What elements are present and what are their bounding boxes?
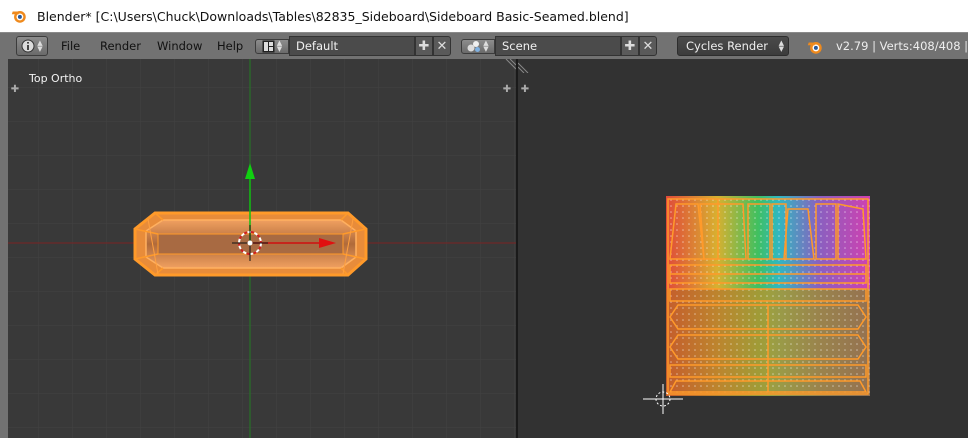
screen-layout-field[interactable]: Default <box>289 36 415 56</box>
menu-render[interactable]: Render <box>100 39 141 53</box>
remove-scene-button[interactable]: ✕ <box>639 36 657 56</box>
screen-layout-icon <box>262 40 275 52</box>
plus-icon: ✚ <box>418 38 430 54</box>
3d-viewport[interactable]: Top Ortho ✚ ✚ <box>8 59 516 438</box>
render-engine-select[interactable]: Cycles Render ▲ ▼ <box>677 36 789 56</box>
viewport-view-label: Top Ortho <box>29 72 83 85</box>
add-layout-button[interactable]: ✚ <box>415 36 433 56</box>
scene-button[interactable]: ▲ ▼ <box>461 38 495 54</box>
remove-layout-button[interactable]: ✕ <box>433 36 451 56</box>
blender-logo-icon <box>11 11 26 23</box>
updown-arrows-icon: ▲ ▼ <box>483 39 489 53</box>
window-titlebar: Blender* [C:\Users\Chuck\Downloads\Table… <box>0 0 968 32</box>
viewport-grid <box>8 59 516 438</box>
editor-type-button[interactable]: ▲ ▼ <box>16 36 48 56</box>
updown-arrows-icon: ▲ ▼ <box>37 39 43 53</box>
menu-window[interactable]: Window <box>157 39 202 53</box>
x-icon: ✕ <box>436 38 448 54</box>
uv-image-editor[interactable]: ✚ <box>518 59 968 438</box>
add-scene-button[interactable]: ✚ <box>621 36 639 56</box>
menu-help[interactable]: Help <box>217 39 243 53</box>
screen-layout-selector: ▲ ▼ Default ✚ ✕ <box>255 36 451 56</box>
window-title: Blender* [C:\Users\Chuck\Downloads\Table… <box>37 8 629 24</box>
expand-toolshelf-icon[interactable]: ✚ <box>10 85 20 95</box>
menu-file[interactable]: File <box>61 39 80 53</box>
x-icon: ✕ <box>642 38 654 54</box>
updown-arrows-icon: ▲ ▼ <box>778 39 784 53</box>
updown-arrows-icon: ▲ ▼ <box>276 39 283 53</box>
scene-statistics: v2.79 | Verts:408/408 | Ed <box>836 39 968 53</box>
expand-properties-icon[interactable]: ✚ <box>502 85 512 95</box>
scene-icon <box>467 40 481 52</box>
info-header: ▲ ▼ File Render Window Help ▲ ▼ Default ✚ … <box>0 32 968 59</box>
screen-layout-button[interactable]: ▲ ▼ <box>255 38 289 54</box>
blender-logo-icon <box>807 42 822 54</box>
scene-field[interactable]: Scene <box>495 36 621 56</box>
plus-icon: ✚ <box>624 38 636 54</box>
scene-selector: ▲ ▼ Scene ✚ ✕ <box>461 36 657 56</box>
info-icon <box>21 39 35 53</box>
render-engine-label: Cycles Render <box>686 39 769 53</box>
uv-canvas <box>643 196 870 414</box>
editor-left-edge <box>0 59 8 438</box>
corner-split-icon[interactable] <box>502 59 516 73</box>
